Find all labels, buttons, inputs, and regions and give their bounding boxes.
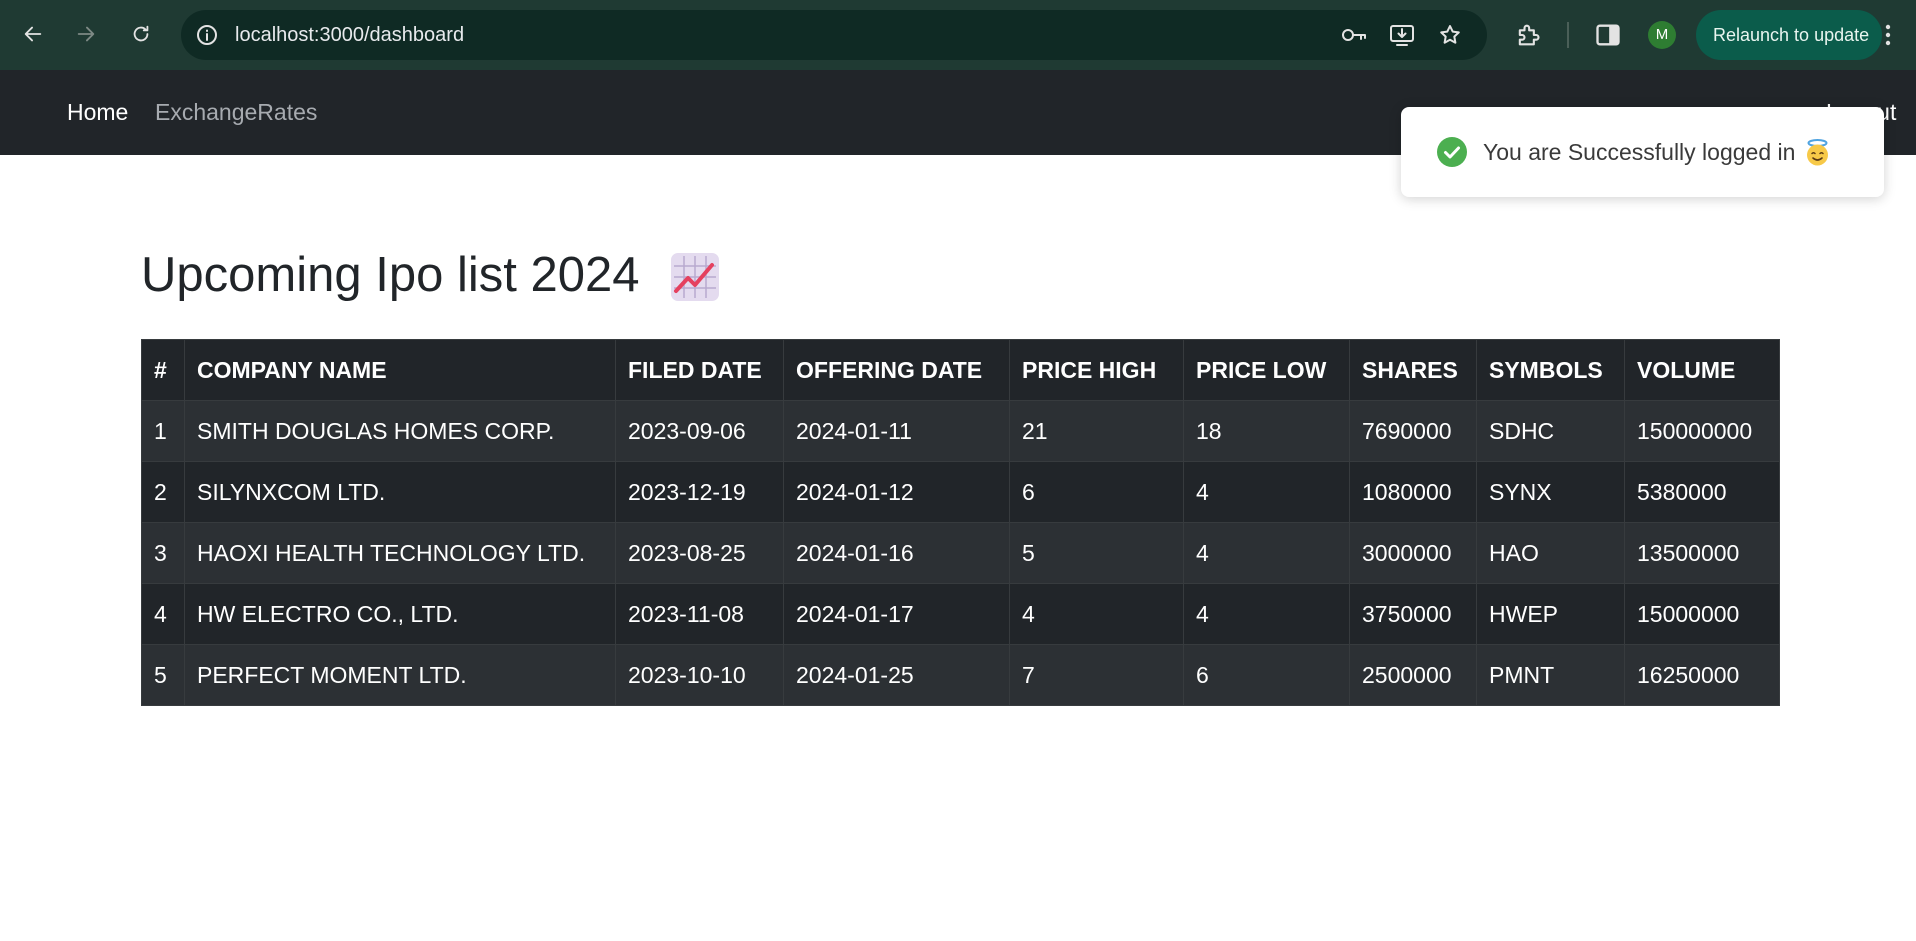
cell-company-name: HAOXI HEALTH TECHNOLOGY LTD. bbox=[184, 522, 616, 584]
cell-volume: 16250000 bbox=[1624, 644, 1780, 706]
cell-shares: 1080000 bbox=[1349, 461, 1477, 523]
column-header-index: # bbox=[141, 339, 185, 401]
chart-increasing-icon bbox=[671, 253, 719, 301]
column-header-company-name: COMPANY NAME bbox=[184, 339, 616, 401]
key-icon[interactable] bbox=[1341, 23, 1367, 47]
cell-volume: 150000000 bbox=[1624, 400, 1780, 462]
column-header-symbols: SYMBOLS bbox=[1476, 339, 1625, 401]
toast-message: You are Successfully logged in bbox=[1483, 139, 1796, 165]
site-info-icon[interactable] bbox=[195, 23, 219, 47]
cell-shares: 7690000 bbox=[1349, 400, 1477, 462]
extensions-icon[interactable] bbox=[1514, 21, 1542, 49]
cell-offering-date: 2024-01-11 bbox=[783, 400, 1010, 462]
table-row: 5 PERFECT MOMENT LTD. 2023-10-10 2024-01… bbox=[141, 644, 1780, 706]
column-header-shares: SHARES bbox=[1349, 339, 1477, 401]
cell-shares: 2500000 bbox=[1349, 644, 1477, 706]
table-body: 1 SMITH DOUGLAS HOMES CORP. 2023-09-06 2… bbox=[141, 400, 1780, 706]
forward-button[interactable] bbox=[69, 17, 103, 51]
browser-toolbar: localhost:3000/dashboard M Relaunch to u… bbox=[0, 0, 1916, 70]
cell-volume: 15000000 bbox=[1624, 583, 1780, 645]
cell-index: 4 bbox=[141, 583, 185, 645]
table-header: # COMPANY NAME FILED DATE OFFERING DATE … bbox=[141, 339, 1780, 401]
cell-price-high: 6 bbox=[1009, 461, 1184, 523]
install-app-icon[interactable] bbox=[1389, 23, 1415, 47]
side-panel-icon[interactable] bbox=[1594, 21, 1622, 49]
chrome-menu-icon[interactable] bbox=[1876, 20, 1900, 50]
table-header-row: # COMPANY NAME FILED DATE OFFERING DATE … bbox=[141, 339, 1780, 401]
column-header-price-low: PRICE LOW bbox=[1183, 339, 1350, 401]
cell-volume: 5380000 bbox=[1624, 461, 1780, 523]
table-row: 4 HW ELECTRO CO., LTD. 2023-11-08 2024-0… bbox=[141, 583, 1780, 645]
cell-symbol: PMNT bbox=[1476, 644, 1625, 706]
nav-home-link[interactable]: Home bbox=[67, 70, 128, 155]
success-toast[interactable]: You are Successfully logged in bbox=[1401, 107, 1884, 197]
url-text[interactable]: localhost:3000/dashboard bbox=[235, 10, 464, 60]
cell-offering-date: 2024-01-25 bbox=[783, 644, 1010, 706]
reload-icon bbox=[133, 25, 149, 42]
nav-exchange-rates-link[interactable]: ExchangeRates bbox=[155, 70, 317, 155]
ipo-table: # COMPANY NAME FILED DATE OFFERING DATE … bbox=[141, 339, 1780, 706]
table-row: 3 HAOXI HEALTH TECHNOLOGY LTD. 2023-08-2… bbox=[141, 522, 1780, 584]
cell-offering-date: 2024-01-12 bbox=[783, 461, 1010, 523]
cell-price-high: 5 bbox=[1009, 522, 1184, 584]
cell-price-high: 4 bbox=[1009, 583, 1184, 645]
profile-avatar[interactable]: M bbox=[1648, 21, 1676, 49]
column-header-offering-date: OFFERING DATE bbox=[783, 339, 1010, 401]
cell-price-high: 21 bbox=[1009, 400, 1184, 462]
address-bar[interactable]: localhost:3000/dashboard bbox=[181, 10, 1487, 60]
cell-filed-date: 2023-09-06 bbox=[615, 400, 784, 462]
cell-price-low: 18 bbox=[1183, 400, 1350, 462]
cell-shares: 3000000 bbox=[1349, 522, 1477, 584]
back-button[interactable] bbox=[16, 17, 50, 51]
cell-symbol: SYNX bbox=[1476, 461, 1625, 523]
cell-filed-date: 2023-10-10 bbox=[615, 644, 784, 706]
arrow-right-icon bbox=[77, 26, 95, 42]
cell-company-name: SILYNXCOM LTD. bbox=[184, 461, 616, 523]
cell-index: 5 bbox=[141, 644, 185, 706]
cell-company-name: PERFECT MOMENT LTD. bbox=[184, 644, 616, 706]
cell-filed-date: 2023-11-08 bbox=[615, 583, 784, 645]
cell-price-high: 7 bbox=[1009, 644, 1184, 706]
column-header-volume: VOLUME bbox=[1624, 339, 1780, 401]
table-row: 2 SILYNXCOM LTD. 2023-12-19 2024-01-12 6… bbox=[141, 461, 1780, 523]
cell-volume: 13500000 bbox=[1624, 522, 1780, 584]
cell-symbol: SDHC bbox=[1476, 400, 1625, 462]
cell-filed-date: 2023-12-19 bbox=[615, 461, 784, 523]
toolbar-divider bbox=[1567, 22, 1569, 48]
column-header-price-high: PRICE HIGH bbox=[1009, 339, 1184, 401]
reload-button[interactable] bbox=[124, 17, 158, 51]
cell-index: 3 bbox=[141, 522, 185, 584]
bookmark-star-icon[interactable] bbox=[1437, 23, 1463, 47]
cell-company-name: SMITH DOUGLAS HOMES CORP. bbox=[184, 400, 616, 462]
cell-symbol: HAO bbox=[1476, 522, 1625, 584]
relaunch-button[interactable]: Relaunch to update bbox=[1696, 10, 1882, 60]
cell-price-low: 4 bbox=[1183, 461, 1350, 523]
cell-index: 2 bbox=[141, 461, 185, 523]
cell-filed-date: 2023-08-25 bbox=[615, 522, 784, 584]
cell-offering-date: 2024-01-16 bbox=[783, 522, 1010, 584]
arrow-left-icon bbox=[24, 26, 42, 42]
cell-price-low: 4 bbox=[1183, 522, 1350, 584]
page-title: Upcoming Ipo list 2024 bbox=[141, 248, 640, 302]
cell-symbol: HWEP bbox=[1476, 583, 1625, 645]
cell-index: 1 bbox=[141, 400, 185, 462]
column-header-filed-date: FILED DATE bbox=[615, 339, 784, 401]
cell-shares: 3750000 bbox=[1349, 583, 1477, 645]
table-row: 1 SMITH DOUGLAS HOMES CORP. 2023-09-06 2… bbox=[141, 400, 1780, 462]
check-circle-icon bbox=[1437, 137, 1467, 167]
smiling-face-with-halo-icon bbox=[1807, 139, 1828, 166]
cell-company-name: HW ELECTRO CO., LTD. bbox=[184, 583, 616, 645]
cell-price-low: 6 bbox=[1183, 644, 1350, 706]
cell-price-low: 4 bbox=[1183, 583, 1350, 645]
cell-offering-date: 2024-01-17 bbox=[783, 583, 1010, 645]
